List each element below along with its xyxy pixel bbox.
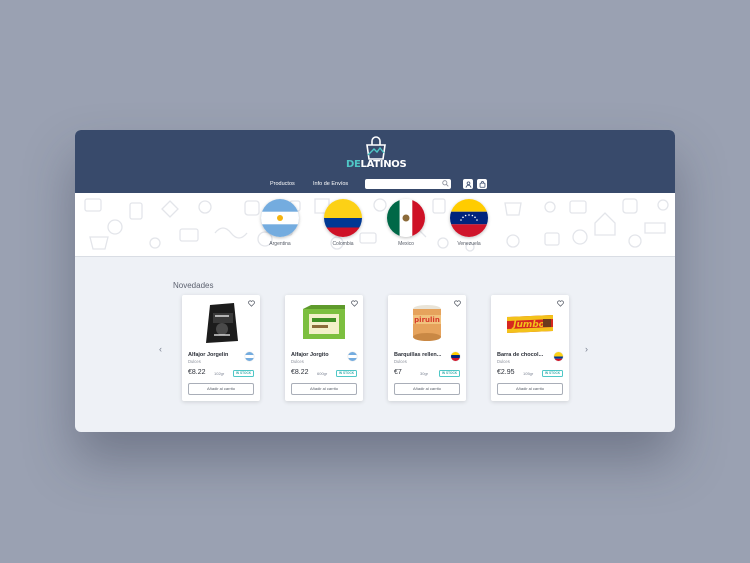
nav-link-products[interactable]: Productos	[270, 181, 295, 187]
pirulin-label: pirulin	[414, 316, 440, 324]
flag-colombia	[324, 199, 362, 237]
heart-icon[interactable]	[351, 300, 358, 307]
product-price: €7	[394, 369, 402, 376]
country-name: Mexico	[398, 241, 414, 247]
jumbo-label: Jumbo	[511, 320, 545, 330]
site-header: DELATINOS Productos Info de Envíos	[75, 130, 675, 196]
brand-name: LATINOS	[360, 159, 407, 170]
heart-icon[interactable]	[248, 300, 255, 307]
country-mexico[interactable]: Mexico	[381, 199, 431, 247]
product-image-jumbo: Jumbo	[507, 315, 553, 333]
country-name: Colombia	[332, 241, 354, 247]
flag-argentina-icon	[245, 352, 254, 361]
chevron-right-icon: ›	[585, 344, 588, 354]
add-to-cart-button[interactable]: Añadir al carrito	[291, 383, 357, 395]
app-window: DELATINOS Productos Info de Envíos Argen…	[75, 130, 675, 432]
product-image-pirulin: pirulin	[413, 305, 441, 341]
flag-venezuela	[450, 199, 488, 237]
stock-badge: IN STOCK	[439, 370, 460, 377]
add-to-cart-button[interactable]: Añadir al carrito	[394, 383, 460, 395]
product-price: €8.22	[188, 369, 206, 376]
product-weight: 105gr	[523, 371, 534, 376]
country-colombia[interactable]: Colombia	[318, 199, 368, 247]
account-button[interactable]	[463, 179, 473, 189]
product-name[interactable]: Barra de chocol...	[497, 352, 549, 358]
flag-argentina-icon	[348, 352, 357, 361]
shopping-bag-icon	[366, 136, 386, 160]
product-name[interactable]: Alfajor Jorgelin	[188, 352, 240, 358]
nav-link-shipping-info[interactable]: Info de Envíos	[313, 181, 348, 187]
stock-badge: IN STOCK	[233, 370, 254, 377]
stock-badge: IN STOCK	[336, 370, 357, 377]
country-name: Venezuela	[457, 241, 481, 247]
cart-icon	[479, 180, 485, 188]
add-to-cart-button[interactable]: Añadir al carrito	[188, 383, 254, 395]
product-name[interactable]: Alfajor Jorgito	[291, 352, 343, 358]
brand-wordmark: DELATINOS	[346, 159, 407, 170]
country-name: Argentina	[269, 241, 291, 247]
product-category: Dulces	[291, 359, 304, 364]
search-box	[365, 179, 451, 196]
product-card[interactable]: pirulin Barquillas rellen... Dulces €7 3…	[388, 295, 466, 401]
section-title: Novedades	[173, 281, 214, 290]
stock-badge: IN STOCK	[542, 370, 563, 377]
product-card[interactable]: Alfajor Jorgito Dulces €8.22 600gr IN ST…	[285, 295, 363, 401]
brand-prefix: DE	[346, 159, 361, 170]
product-category: Dulces	[497, 359, 510, 364]
product-weight: 30gr	[420, 371, 429, 376]
product-category: Dulces	[188, 359, 201, 364]
carousel-prev-button[interactable]: ‹	[159, 344, 162, 354]
background-doodle-pattern	[84, 198, 669, 252]
flag-argentina	[261, 199, 299, 237]
product-card[interactable]: Alfajor Jorgelin Dulces €8.22 102gr IN S…	[182, 295, 260, 401]
cart-button[interactable]	[477, 179, 487, 189]
brand-logo[interactable]: DELATINOS	[346, 136, 407, 172]
product-image-jorgelin	[206, 303, 238, 343]
carousel-next-button[interactable]: ›	[585, 344, 588, 354]
country-argentina[interactable]: Argentina	[255, 199, 305, 247]
heart-icon[interactable]	[454, 300, 461, 307]
flag-mexico	[387, 199, 425, 237]
country-venezuela[interactable]: Venezuela	[444, 199, 494, 247]
flag-venezuela-icon	[451, 352, 460, 361]
product-price: €8.22	[291, 369, 309, 376]
product-price: €2.95	[497, 369, 515, 376]
product-name[interactable]: Barquillas rellen...	[394, 352, 446, 358]
chevron-left-icon: ‹	[159, 344, 162, 354]
product-category: Dulces	[394, 359, 407, 364]
flag-colombia-icon	[554, 352, 563, 361]
user-icon	[465, 180, 471, 188]
add-to-cart-button[interactable]: Añadir al carrito	[497, 383, 563, 395]
heart-icon[interactable]	[557, 300, 564, 307]
product-image-jorgito	[303, 305, 345, 339]
product-card[interactable]: Jumbo Barra de chocol... Dulces €2.95 10…	[491, 295, 569, 401]
search-icon[interactable]	[442, 180, 449, 187]
country-selector: Argentina Colombia Mexico Venezuela	[75, 193, 675, 257]
product-weight: 102gr	[214, 371, 225, 376]
product-weight: 600gr	[317, 371, 328, 376]
